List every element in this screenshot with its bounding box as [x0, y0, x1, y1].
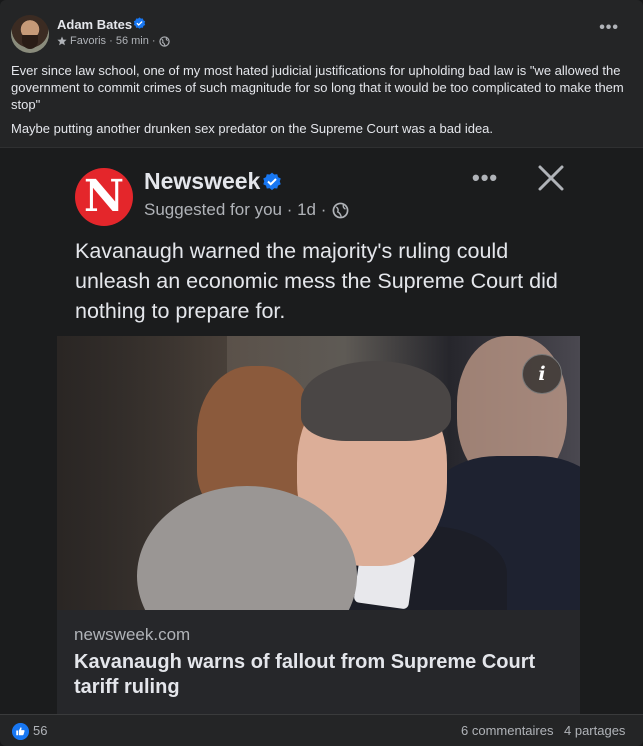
post-header: Adam Bates Favoris · 56 min · •••	[0, 0, 643, 58]
shared-post-card[interactable]: N Newsweek Suggested for you · 1d · ••• …	[0, 147, 643, 715]
link-preview[interactable]: newsweek.com Kavanaugh warns of fallout …	[57, 610, 580, 715]
reaction-count[interactable]: 56	[33, 723, 47, 738]
link-domain: newsweek.com	[74, 625, 191, 644]
publisher-name[interactable]: Newsweek	[144, 168, 260, 195]
shares-count[interactable]: 4 partages	[564, 723, 625, 738]
logo-letter: N	[83, 171, 125, 222]
star-icon	[57, 36, 67, 46]
info-icon[interactable]: i	[522, 354, 562, 394]
comments-count[interactable]: 6 commentaires	[461, 723, 553, 738]
globe-icon	[158, 35, 170, 47]
like-icon[interactable]	[12, 723, 29, 740]
suggestion-meta: Suggested for you · 1d ·	[144, 200, 349, 220]
card-more-button[interactable]: •••	[472, 167, 498, 189]
post-paragraph: Ever since law school, one of my most ha…	[11, 63, 624, 112]
post-paragraph: Maybe putting another drunken sex predat…	[11, 121, 494, 136]
post-footer: 56 6 commentaires 4 partages	[0, 714, 643, 746]
shared-headline: Kavanaugh warned the majority's ruling c…	[75, 239, 558, 323]
author-name[interactable]: Adam Bates	[57, 17, 132, 32]
close-icon[interactable]	[537, 164, 565, 192]
post-more-button[interactable]: •••	[599, 20, 619, 36]
article-photo[interactable]: i	[57, 336, 580, 610]
post-meta-text[interactable]: Favoris · 56 min ·	[70, 35, 156, 47]
author-avatar[interactable]	[11, 15, 49, 53]
newsweek-logo[interactable]: N	[75, 168, 133, 226]
post-meta: Favoris · 56 min ·	[57, 35, 170, 47]
verified-icon	[133, 17, 146, 29]
post-text: Ever since law school, one of my most ha…	[11, 62, 631, 144]
facebook-post: Adam Bates Favoris · 56 min · ••• Ever s…	[0, 0, 643, 746]
verified-icon	[263, 172, 281, 191]
globe-icon	[332, 202, 349, 218]
suggestion-text: Suggested for you · 1d ·	[144, 200, 327, 219]
link-title[interactable]: Kavanaugh warns of fallout from Supreme …	[74, 650, 574, 700]
